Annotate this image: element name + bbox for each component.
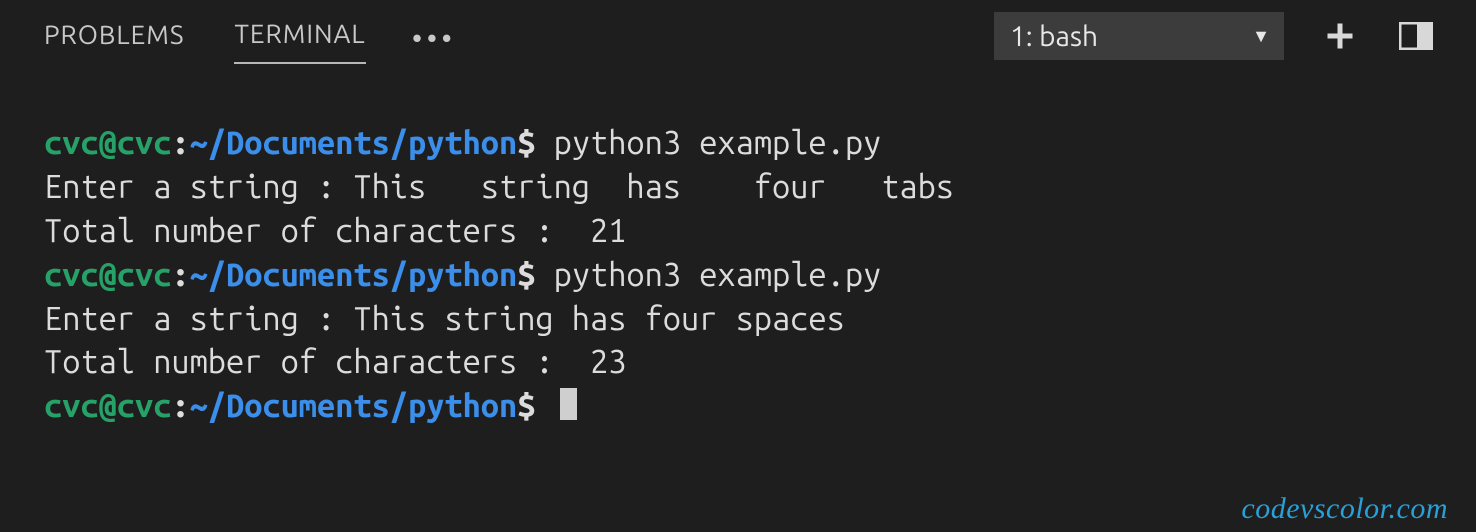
terminal-line: Total number of characters : 23 [44,341,1432,385]
terminal-line: cvc@cvc:~/Documents/python$ [44,385,1432,429]
prompt-user-host: cvc@cvc [44,388,171,424]
terminal-shell-select[interactable]: 1: bash ▼ [994,12,1284,60]
terminal-output[interactable]: cvc@cvc:~/Documents/python$ python3 exam… [0,72,1476,429]
prompt-path: ~/Documents/python [190,257,518,293]
terminal-line: cvc@cvc:~/Documents/python$ python3 exam… [44,122,1432,166]
terminal-cursor [560,388,577,420]
terminal-line: Total number of characters : 21 [44,210,1432,254]
tab-problems[interactable]: PROBLEMS [44,10,184,63]
prompt-colon: : [171,125,189,161]
prompt-symbol: $ [517,257,535,293]
panel-header: PROBLEMS TERMINAL ••• 1: bash ▼ [0,0,1476,72]
tabs-overflow-icon[interactable]: ••• [412,19,456,53]
prompt-path: ~/Documents/python [190,125,518,161]
panel-right-controls: 1: bash ▼ [994,12,1436,60]
terminal-command: python3 example.py [554,257,882,293]
prompt-user-host: cvc@cvc [44,257,171,293]
new-terminal-button[interactable] [1320,16,1360,56]
terminal-line: Enter a string : This string has four ta… [44,166,1432,210]
prompt-symbol: $ [517,125,535,161]
terminal-shell-label: 1: bash [1010,21,1098,52]
terminal-command: python3 example.py [554,125,882,161]
panel-tabs: PROBLEMS TERMINAL [44,9,366,64]
split-terminal-button[interactable] [1396,16,1436,56]
prompt-user-host: cvc@cvc [44,125,171,161]
prompt-colon: : [171,388,189,424]
tab-terminal[interactable]: TERMINAL [234,9,365,64]
watermark: codevscolor.com [1241,492,1448,526]
split-panel-icon [1399,22,1433,50]
terminal-line: cvc@cvc:~/Documents/python$ python3 exam… [44,254,1432,298]
prompt-colon: : [171,257,189,293]
prompt-path: ~/Documents/python [190,388,518,424]
plus-icon [1325,21,1355,51]
terminal-line: Enter a string : This string has four sp… [44,298,1432,342]
chevron-down-icon: ▼ [1252,26,1270,47]
prompt-symbol: $ [517,388,535,424]
